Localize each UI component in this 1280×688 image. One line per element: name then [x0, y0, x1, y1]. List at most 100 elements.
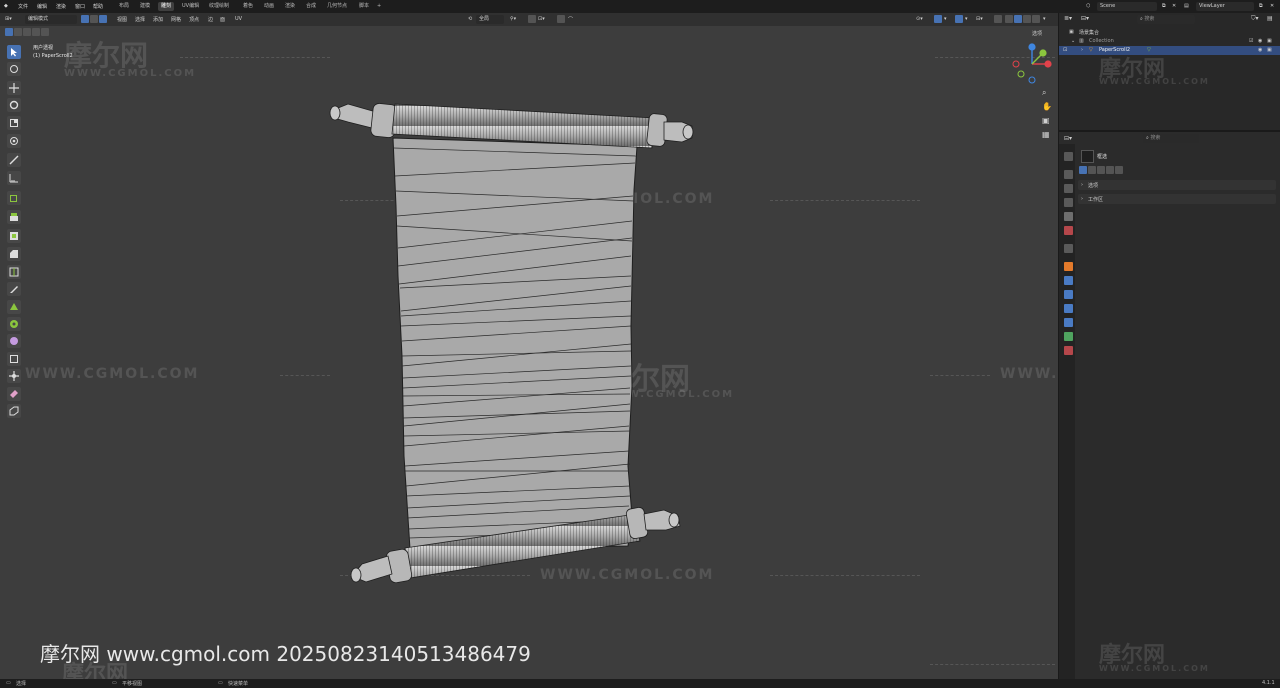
- menu-view[interactable]: 视图: [117, 16, 127, 23]
- scale-tool-icon[interactable]: [7, 116, 21, 130]
- eye-icon[interactable]: ◉: [1258, 38, 1262, 44]
- menu-face[interactable]: 面: [220, 16, 225, 23]
- menu-file[interactable]: 文件: [18, 3, 28, 10]
- properties-editor-icon[interactable]: ⊟▾: [1064, 135, 1072, 142]
- new-view-layer-icon[interactable]: ⧉: [1259, 3, 1263, 9]
- material-tab-icon[interactable]: [1064, 346, 1073, 355]
- menu-add[interactable]: 添加: [153, 16, 163, 23]
- outliner-row-object[interactable]: ⊡ › ▽ PaperScroll2 ▽ ◉ ▣: [1059, 46, 1280, 55]
- tab-shading[interactable]: 着色: [240, 2, 256, 11]
- filter-icon[interactable]: ⛉▾: [1251, 15, 1259, 23]
- transform-tool-icon[interactable]: [7, 134, 21, 148]
- eye-icon[interactable]: ◉: [1258, 47, 1262, 53]
- physics-tab-icon[interactable]: [1064, 304, 1073, 313]
- zoom-icon[interactable]: ⌕: [1042, 88, 1046, 98]
- vertex-slide-tool-icon[interactable]: [7, 404, 21, 418]
- smooth-tool-icon[interactable]: [7, 334, 21, 348]
- measure-tool-icon[interactable]: [7, 171, 21, 185]
- tab-uv-editing[interactable]: UV编辑: [179, 2, 202, 11]
- gizmo-dropdown-icon[interactable]: ▾: [944, 16, 947, 22]
- rendered-shading-icon[interactable]: [1032, 15, 1040, 23]
- select-box-tool-icon[interactable]: [7, 45, 21, 59]
- options-panel-header[interactable]: › 选项: [1078, 180, 1276, 190]
- mesh-edit-overlay-icon[interactable]: ⊟▾: [976, 16, 983, 22]
- exclude-checkbox-icon[interactable]: ☑: [1249, 38, 1253, 44]
- material-shading-icon[interactable]: [1023, 15, 1031, 23]
- object-tab-icon[interactable]: [1064, 262, 1073, 271]
- menu-vertex[interactable]: 顶点: [189, 16, 199, 23]
- cursor-tool-icon[interactable]: [7, 62, 21, 76]
- editor-type-icon[interactable]: ⊞▾: [5, 16, 12, 22]
- data-tab-icon[interactable]: [1064, 332, 1073, 341]
- menu-edge[interactable]: 边: [208, 16, 213, 23]
- world-tab-icon[interactable]: [1064, 226, 1073, 235]
- select-invert-icon[interactable]: [1106, 166, 1114, 174]
- tab-modeling[interactable]: 建模: [137, 2, 153, 11]
- tab-texture-paint[interactable]: 纹理绘制: [206, 2, 232, 11]
- outliner-row-scene-collection[interactable]: ▣ 场景集合: [1059, 28, 1280, 37]
- menu-render[interactable]: 渲染: [56, 3, 66, 10]
- constraints-tab-icon[interactable]: [1064, 318, 1073, 327]
- add-cube-tool-icon[interactable]: [7, 191, 21, 205]
- visibility-icon[interactable]: ⊙▾: [916, 16, 923, 22]
- camera-icon[interactable]: ▣: [1267, 38, 1272, 44]
- shading-dropdown-icon[interactable]: ▾: [1043, 16, 1046, 22]
- select-extend-icon[interactable]: [1088, 166, 1096, 174]
- render-tab-icon[interactable]: [1064, 170, 1073, 179]
- add-workspace-button[interactable]: +: [374, 2, 384, 11]
- camera-icon[interactable]: ▣: [1267, 47, 1272, 53]
- tab-geometry-nodes[interactable]: 几何节点: [324, 2, 350, 11]
- vertex-select-mode-button[interactable]: [81, 15, 89, 23]
- annotate-tool-icon[interactable]: [7, 153, 21, 167]
- shrink-fatten-tool-icon[interactable]: [7, 352, 21, 366]
- camera-view-icon[interactable]: ▣: [1042, 116, 1050, 125]
- gizmo-toggle-icon[interactable]: [934, 15, 942, 23]
- expand-arrow-icon[interactable]: ⌄: [1071, 38, 1075, 44]
- extrude-tool-icon[interactable]: [7, 210, 21, 224]
- tab-compositing[interactable]: 合成: [303, 2, 319, 11]
- delete-view-layer-icon[interactable]: ✕: [1270, 3, 1274, 9]
- select-new-icon[interactable]: [1079, 166, 1087, 174]
- tool-tab-icon[interactable]: [1064, 152, 1073, 161]
- scene-tab-icon[interactable]: [1064, 212, 1073, 221]
- menu-help[interactable]: 帮助: [93, 3, 103, 10]
- tab-layout[interactable]: 布局: [116, 2, 132, 11]
- proportional-falloff-icon[interactable]: ⌒: [568, 16, 573, 23]
- mode-selector[interactable]: 编辑模式: [25, 15, 77, 24]
- particles-tab-icon[interactable]: [1064, 290, 1073, 299]
- navigation-gizmo[interactable]: [1008, 40, 1056, 88]
- xray-toggle-icon[interactable]: [994, 15, 1002, 23]
- tab-scripting[interactable]: 脚本: [356, 2, 372, 11]
- knife-tool-icon[interactable]: [7, 282, 21, 296]
- paper-scroll-mesh[interactable]: [0, 26, 1058, 679]
- tab-animation[interactable]: 动画: [261, 2, 277, 11]
- overlay-dropdown-icon[interactable]: ▾: [965, 16, 968, 22]
- new-collection-icon[interactable]: ▤: [1267, 15, 1273, 22]
- pivot-point-icon[interactable]: ⚲▾: [510, 16, 516, 22]
- workspace-panel-header[interactable]: › 工作区: [1078, 194, 1276, 204]
- display-mode-icon[interactable]: ⊟▾: [1081, 15, 1089, 22]
- face-select-mode-button[interactable]: [99, 15, 107, 23]
- outliner-editor-icon[interactable]: ≣▾: [1064, 15, 1072, 22]
- outliner-search-input[interactable]: ⌕ 搜索: [1137, 15, 1195, 24]
- wireframe-shading-icon[interactable]: [1005, 15, 1013, 23]
- tab-sculpting[interactable]: 雕刻: [158, 2, 175, 11]
- collection-tab-icon[interactable]: [1064, 244, 1073, 253]
- scene-selector[interactable]: Scene: [1097, 2, 1157, 11]
- view-layer-selector[interactable]: ViewLayer: [1196, 2, 1254, 11]
- menu-edit[interactable]: 编辑: [37, 3, 47, 10]
- bevel-tool-icon[interactable]: [7, 247, 21, 261]
- pan-hand-icon[interactable]: ✋: [1042, 102, 1052, 111]
- expand-arrow-icon[interactable]: ›: [1081, 47, 1083, 53]
- poly-build-tool-icon[interactable]: [7, 300, 21, 314]
- outliner-row-collection[interactable]: ⌄ ▥ Collection ☑ ◉ ▣: [1059, 37, 1280, 46]
- modifier-tab-icon[interactable]: [1064, 276, 1073, 285]
- menu-window[interactable]: 窗口: [75, 3, 85, 10]
- edge-select-mode-button[interactable]: [90, 15, 98, 23]
- new-scene-icon[interactable]: ⧉: [1162, 3, 1166, 9]
- tab-rendering[interactable]: 渲染: [282, 2, 298, 11]
- output-tab-icon[interactable]: [1064, 184, 1073, 193]
- 3d-viewport[interactable]: 用户透视 (1) PaperScroll2 选项 摩尔网 WWW.CGMOL.C…: [0, 26, 1058, 679]
- proportional-edit-icon[interactable]: [557, 15, 565, 23]
- loop-cut-tool-icon[interactable]: [7, 265, 21, 279]
